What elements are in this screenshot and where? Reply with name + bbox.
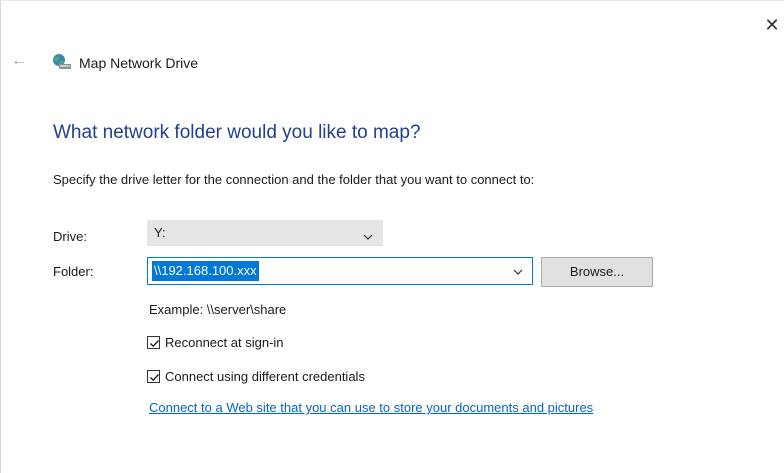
chevron-down-icon[interactable] (512, 265, 524, 277)
browse-button[interactable]: Browse... (541, 257, 653, 287)
drive-value: Y: (154, 225, 166, 240)
network-drive-icon (51, 53, 73, 71)
close-icon: ✕ (764, 15, 780, 35)
close-button[interactable]: ✕ (762, 15, 782, 35)
folder-label: Folder: (53, 264, 94, 279)
window-title: Map Network Drive (79, 55, 199, 71)
page-heading: What network folder would you like to ma… (53, 122, 421, 143)
back-button[interactable]: ← (11, 53, 31, 69)
drive-label: Drive: (53, 229, 87, 244)
drive-select[interactable]: Y: (147, 220, 383, 246)
checkmark-icon (150, 339, 159, 347)
chevron-down-icon (362, 227, 374, 240)
checkmark-icon (150, 373, 159, 381)
credentials-checkbox-row[interactable]: Connect using different credentials (147, 367, 365, 385)
web-site-link[interactable]: Connect to a Web site that you can use t… (149, 400, 593, 415)
reconnect-checkbox[interactable] (147, 335, 160, 349)
back-arrow-icon: ← (11, 52, 27, 69)
folder-value: \\192.168.100.xxx (152, 261, 259, 281)
instruction-text: Specify the drive letter for the connect… (53, 172, 535, 187)
reconnect-label: Reconnect at sign-in (165, 334, 284, 350)
map-network-drive-window: ✕ ← Map Network Drive What network folde… (0, 0, 784, 473)
credentials-label: Connect using different credentials (165, 368, 365, 384)
reconnect-checkbox-row[interactable]: Reconnect at sign-in (147, 333, 284, 351)
credentials-checkbox[interactable] (147, 369, 160, 383)
example-text: Example: \\server\share (149, 302, 287, 317)
folder-input[interactable]: \\192.168.100.xxx (147, 257, 533, 285)
